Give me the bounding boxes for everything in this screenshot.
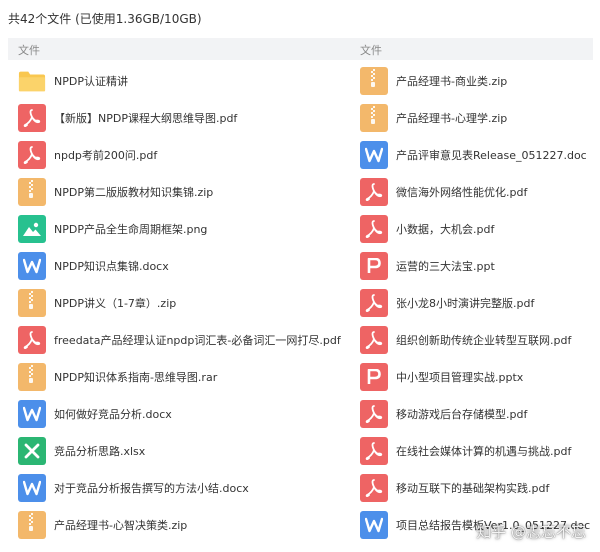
pdf-icon bbox=[18, 103, 46, 132]
word-icon bbox=[18, 473, 46, 502]
file-row[interactable]: 对于竞品分析报告撰写的方法小结.docx bbox=[18, 469, 358, 506]
file-name: 对于竞品分析报告撰写的方法小结.docx bbox=[54, 481, 249, 495]
pdf-icon bbox=[360, 288, 388, 317]
file-name: NPDP知识体系指南-思维导图.rar bbox=[54, 370, 218, 384]
file-name: 小数据，大机会.pdf bbox=[396, 222, 495, 236]
ppt-icon bbox=[360, 362, 388, 391]
pdf-icon bbox=[360, 436, 388, 465]
file-name: 竞品分析思路.xlsx bbox=[54, 444, 146, 458]
image-icon bbox=[18, 214, 46, 243]
pdf-icon bbox=[18, 140, 46, 169]
pdf-icon bbox=[360, 214, 388, 243]
pdf-icon bbox=[360, 399, 388, 428]
file-row[interactable]: NPDP第二版版教材知识集锦.zip bbox=[18, 173, 358, 210]
file-name: 微信海外网络性能优化.pdf bbox=[396, 185, 528, 199]
excel-icon bbox=[18, 436, 46, 465]
file-name: 移动互联下的基础架构实践.pdf bbox=[396, 481, 550, 495]
word-icon bbox=[360, 140, 388, 169]
word-icon bbox=[18, 251, 46, 280]
file-row[interactable]: 产品经理书-心智决策类.zip bbox=[18, 506, 358, 543]
column-header-left[interactable]: 文件 bbox=[18, 42, 40, 58]
file-row[interactable]: NPDP知识体系指南-思维导图.rar bbox=[18, 358, 358, 395]
pdf-icon bbox=[360, 473, 388, 502]
word-icon bbox=[360, 510, 388, 539]
file-list-header: 文件 文件 bbox=[8, 38, 593, 60]
file-name: 如何做好竞品分析.docx bbox=[54, 407, 172, 421]
file-name: 产品经理书-心理学.zip bbox=[396, 111, 508, 125]
zip-icon bbox=[360, 66, 388, 95]
zip-icon bbox=[18, 288, 46, 317]
file-name: NPDP认证精讲 bbox=[54, 74, 128, 88]
file-name: NPDP第二版版教材知识集锦.zip bbox=[54, 185, 214, 199]
pdf-icon bbox=[18, 325, 46, 354]
file-row[interactable]: NPDP认证精讲 bbox=[18, 62, 358, 99]
file-name: 组织创新助传统企业转型互联网.pdf bbox=[396, 333, 572, 347]
file-row[interactable]: 组织创新助传统企业转型互联网.pdf bbox=[360, 321, 595, 358]
file-name: 产品经理书-心智决策类.zip bbox=[54, 518, 188, 532]
word-icon bbox=[18, 399, 46, 428]
file-name: 张小龙8小时演讲完整版.pdf bbox=[396, 296, 535, 310]
file-row[interactable]: 中小型项目管理实战.pptx bbox=[360, 358, 595, 395]
file-name: NPDP讲义（1-7章）.zip bbox=[54, 296, 177, 310]
storage-summary: 共42个文件 (已使用1.36GB/10GB) bbox=[8, 12, 202, 26]
file-column-left: NPDP认证精讲【新版】NPDP课程大纲思维导图.pdf npdp考前200问.p… bbox=[18, 62, 358, 543]
folder-icon bbox=[18, 67, 46, 95]
file-row[interactable]: 运营的三大法宝.ppt bbox=[360, 247, 595, 284]
file-name: 【新版】NPDP课程大纲思维导图.pdf bbox=[54, 111, 238, 125]
file-row[interactable]: NPDP讲义（1-7章）.zip bbox=[18, 284, 358, 321]
file-name: 产品经理书-商业类.zip bbox=[396, 74, 508, 88]
file-name: npdp考前200问.pdf bbox=[54, 148, 158, 162]
zip-icon bbox=[18, 362, 46, 391]
file-column-right: 产品经理书-商业类.zip 产品经理书-心理学.zip 产品评审意见表Release… bbox=[360, 62, 595, 543]
pdf-icon bbox=[360, 177, 388, 206]
file-row[interactable]: NPDP知识点集锦.docx bbox=[18, 247, 358, 284]
ppt-icon bbox=[360, 251, 388, 280]
file-name: 产品评审意见表Release_051227.doc bbox=[396, 148, 587, 162]
file-row[interactable]: 产品经理书-心理学.zip bbox=[360, 99, 595, 136]
file-row[interactable]: 竞品分析思路.xlsx bbox=[18, 432, 358, 469]
file-row[interactable]: 微信海外网络性能优化.pdf bbox=[360, 173, 595, 210]
file-row[interactable]: 移动游戏后台存储模型.pdf bbox=[360, 395, 595, 432]
file-row[interactable]: 移动互联下的基础架构实践.pdf bbox=[360, 469, 595, 506]
file-row[interactable]: 张小龙8小时演讲完整版.pdf bbox=[360, 284, 595, 321]
column-header-right[interactable]: 文件 bbox=[360, 42, 382, 58]
file-name: freedata产品经理认证npdp词汇表-必备词汇一网打尽.pdf bbox=[54, 333, 341, 347]
zip-icon bbox=[18, 510, 46, 539]
file-row[interactable]: 如何做好竞品分析.docx bbox=[18, 395, 358, 432]
zip-icon bbox=[360, 103, 388, 132]
file-row[interactable]: 产品经理书-商业类.zip bbox=[360, 62, 595, 99]
file-name: NPDP产品全生命周期框架.png bbox=[54, 222, 208, 236]
file-row[interactable]: npdp考前200问.pdf bbox=[18, 136, 358, 173]
file-row[interactable]: 【新版】NPDP课程大纲思维导图.pdf bbox=[18, 99, 358, 136]
file-name: NPDP知识点集锦.docx bbox=[54, 259, 169, 273]
file-row[interactable]: freedata产品经理认证npdp词汇表-必备词汇一网打尽.pdf bbox=[18, 321, 358, 358]
file-name: 运营的三大法宝.ppt bbox=[396, 259, 495, 273]
file-row[interactable]: 产品评审意见表Release_051227.doc bbox=[360, 136, 595, 173]
file-row[interactable]: NPDP产品全生命周期框架.png bbox=[18, 210, 358, 247]
file-name: 中小型项目管理实战.pptx bbox=[396, 370, 524, 384]
file-name: 移动游戏后台存储模型.pdf bbox=[396, 407, 528, 421]
zip-icon bbox=[18, 177, 46, 206]
watermark-text: 知乎 @志忘不忘 bbox=[476, 523, 586, 541]
pdf-icon bbox=[360, 325, 388, 354]
file-row[interactable]: 小数据，大机会.pdf bbox=[360, 210, 595, 247]
file-row[interactable]: 在线社会媒体计算的机遇与挑战.pdf bbox=[360, 432, 595, 469]
file-name: 在线社会媒体计算的机遇与挑战.pdf bbox=[396, 444, 572, 458]
